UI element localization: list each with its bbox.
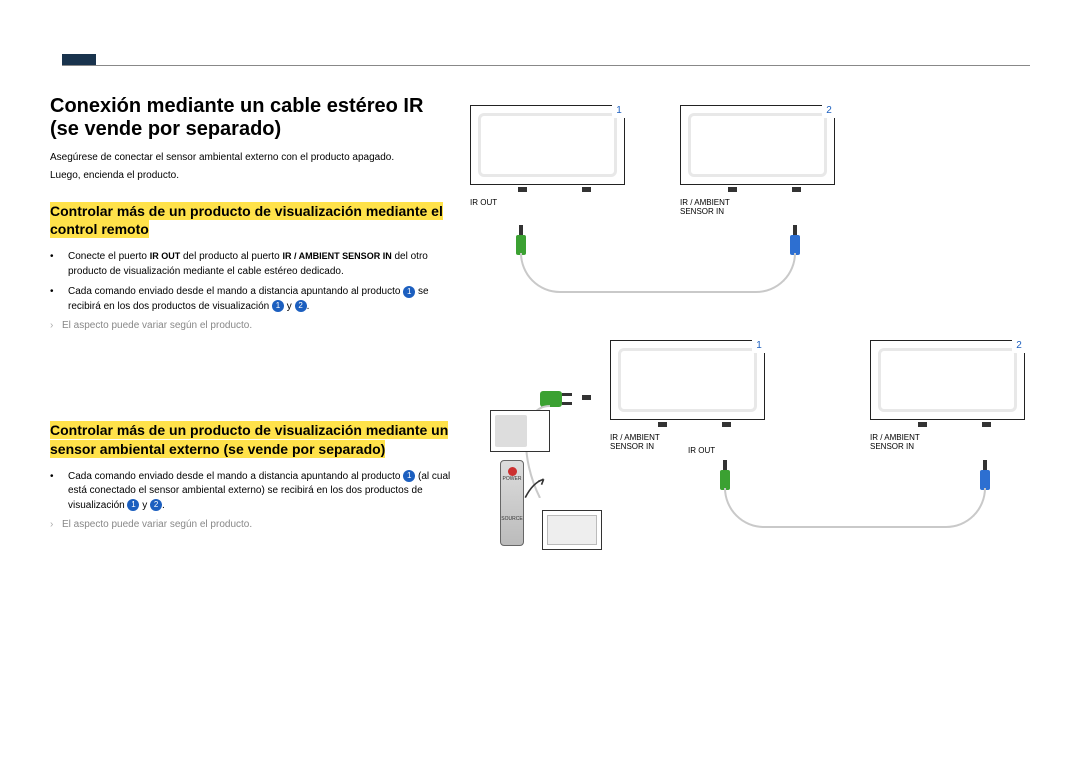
bullet-marker: •	[50, 250, 54, 265]
remote-control-icon: POWER SOURCE	[500, 460, 524, 546]
external-sensor-icon	[490, 410, 550, 452]
jack-blue-b-icon	[980, 460, 990, 490]
bullet-marker: •	[50, 470, 54, 485]
stereo-cable-icon	[520, 253, 796, 293]
port-mark-b2b	[982, 422, 991, 427]
ref-badge-s1: 1	[403, 470, 415, 482]
bullet-2: • Cada comando enviado desde el mando a …	[50, 285, 455, 314]
section-2: Controlar más de un producto de visualiz…	[50, 421, 455, 530]
display-1: 1	[470, 105, 625, 185]
bullet-2-text: Cada comando enviado desde el mando a di…	[68, 286, 429, 312]
diagram-external-sensor: 1 IR / AMBIENT SENSOR IN IR OUT 2 IR / A…	[470, 340, 1030, 600]
subheading-2: Controlar más de un producto de visualiz…	[50, 421, 448, 457]
jack-green-icon	[516, 225, 526, 255]
port-mark-1b	[582, 187, 591, 192]
label-ir-out-1: IR OUT	[470, 199, 497, 208]
jack-green-b-icon	[720, 460, 730, 490]
bullet-1: • Conecte el puerto IR OUT del producto …	[50, 250, 455, 279]
label-ir-in-b2: IR / AMBIENT SENSOR IN	[870, 434, 920, 452]
ref-badge-s2: 2	[150, 499, 162, 511]
port-mark-b1a	[658, 422, 667, 427]
note-1: El aspecto puede variar según el product…	[50, 320, 455, 331]
port-mark-b2a	[918, 422, 927, 427]
signal-arrow-icon	[522, 476, 548, 502]
note-2: El aspecto puede variar según el product…	[50, 519, 455, 530]
intro-line-1: Asegúrese de conectar el sensor ambienta…	[50, 151, 455, 165]
bullet-3: • Cada comando enviado desde el mando a …	[50, 470, 455, 514]
label-ir-in-1: IR / AMBIENT SENSOR IN	[680, 199, 730, 217]
intro-line-2: Luego, encienda el producto.	[50, 169, 455, 183]
display-number-1: 1	[612, 104, 626, 118]
header-rule	[62, 65, 1030, 66]
label-ir-out-b: IR OUT	[688, 447, 715, 456]
page: Conexión mediante un cable estéreo IR (s…	[0, 0, 1080, 600]
port-mark-2a	[728, 187, 737, 192]
stereo-cable-b-icon	[724, 488, 986, 528]
display-number-b1: 1	[752, 339, 766, 353]
diagram-remote-only: 1 IR OUT 2 IR / AMBIENT SENSOR IN	[470, 95, 1030, 335]
bullet-marker: •	[50, 285, 54, 300]
display-front-icon	[542, 510, 602, 550]
subheading-1-wrap: Controlar más de un producto de visualiz…	[50, 202, 455, 238]
subheading-1: Controlar más de un producto de visualiz…	[50, 202, 443, 238]
port-mark-2b	[792, 187, 801, 192]
ref-badge-1: 1	[403, 286, 415, 298]
port-mark-1a	[518, 187, 527, 192]
bullet-3-text: Cada comando enviado desde el mando a di…	[68, 471, 450, 511]
jack-blue-icon	[790, 225, 800, 255]
display-number-b2: 2	[1012, 339, 1026, 353]
display-number-2: 2	[822, 104, 836, 118]
ref-badge-1b: 1	[272, 300, 284, 312]
subheading-2-wrap: Controlar más de un producto de visualiz…	[50, 421, 455, 457]
bullet-1-text: Conecte el puerto IR OUT del producto al…	[68, 251, 428, 277]
page-title: Conexión mediante un cable estéreo IR (s…	[50, 95, 455, 141]
ref-badge-s1b: 1	[127, 499, 139, 511]
port-mark-b1b	[722, 422, 731, 427]
brand-mark	[62, 54, 96, 65]
text-column: Conexión mediante un cable estéreo IR (s…	[50, 40, 455, 530]
label-ir-in-b1: IR / AMBIENT SENSOR IN	[610, 434, 660, 452]
diagram-column: 1 IR OUT 2 IR / AMBIENT SENSOR IN	[470, 40, 1030, 600]
ref-badge-2: 2	[295, 300, 307, 312]
display-b2: 2	[870, 340, 1025, 420]
sensor-port-mark	[582, 395, 591, 400]
display-b1: 1	[610, 340, 765, 420]
display-2: 2	[680, 105, 835, 185]
